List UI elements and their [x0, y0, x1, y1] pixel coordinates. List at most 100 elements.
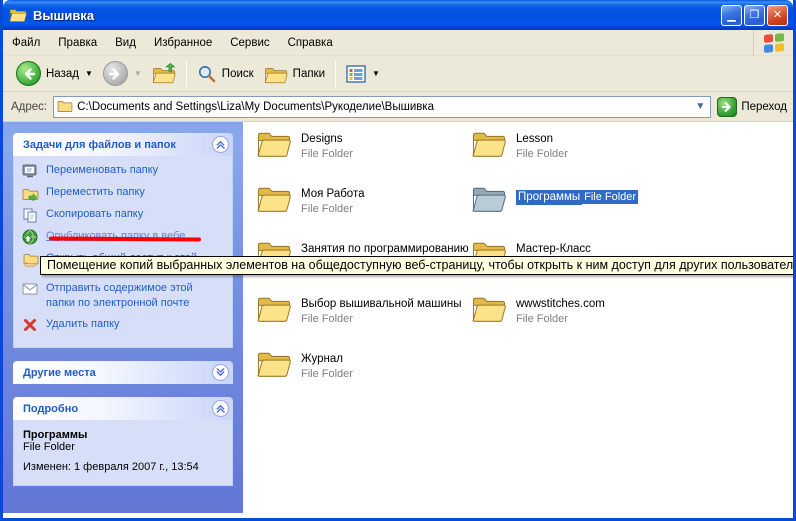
folder-name: wwwstitches.com: [516, 297, 605, 312]
back-button[interactable]: Назад ▼: [11, 59, 98, 88]
toolbar-separator: [335, 61, 336, 87]
folder-name: Программы: [516, 190, 582, 205]
explorer-window: Вышивка ▁ ❒ ✕ Файл Правка Вид Избранное …: [0, 0, 796, 521]
folder-type: File Folder: [516, 147, 568, 161]
email-icon: [21, 281, 39, 297]
window-title: Вышивка: [33, 8, 719, 23]
task-label: Переместить папку: [46, 185, 145, 200]
search-icon: [197, 64, 217, 84]
views-button[interactable]: ▼: [341, 63, 385, 85]
folder-name: Журнал: [301, 352, 353, 367]
menu-file[interactable]: Файл: [3, 33, 49, 53]
maximize-button[interactable]: ❒: [744, 5, 765, 26]
folder-name: Designs: [301, 132, 353, 147]
address-value: C:\Documents and Settings\Liza\My Docume…: [77, 101, 688, 113]
task-email-folder[interactable]: Отправить содержимое этой папки по элект…: [21, 281, 227, 311]
details-title: Подробно: [23, 403, 78, 415]
folder-tile-programmy[interactable]: ПрограммыFile Folder: [471, 182, 701, 237]
windows-logo: [753, 30, 793, 56]
folder-tile-moya-rabota[interactable]: Моя РаботаFile Folder: [256, 182, 471, 237]
collapse-button[interactable]: [212, 136, 229, 153]
toolbar: Назад ▼ ▼ Поиск: [3, 56, 793, 92]
other-places-panel: Другие места: [13, 361, 233, 384]
folders-button[interactable]: Папки: [259, 61, 330, 87]
task-label: Скопировать папку: [46, 207, 143, 222]
move-folder-icon: [21, 185, 39, 201]
minimize-button[interactable]: ▁: [721, 5, 742, 26]
copy-icon: [21, 207, 39, 223]
folder-tile-vybor-mashiny[interactable]: Выбор вышивальной машиныFile Folder: [256, 292, 471, 347]
file-list-area: DesignsFile Folder LessonFile Folder Моя…: [243, 122, 793, 513]
folder-tile-lesson[interactable]: LessonFile Folder: [471, 127, 701, 182]
details-body: Программы File Folder Изменен: 1 февраля…: [13, 420, 233, 486]
go-label: Переход: [741, 101, 787, 113]
menu-tools[interactable]: Сервис: [221, 33, 278, 53]
folder-icon: [471, 295, 507, 324]
search-label: Поиск: [222, 68, 254, 80]
chevron-down-icon: [215, 367, 226, 378]
menu-edit[interactable]: Правка: [49, 33, 106, 53]
folder-icon: [256, 130, 292, 159]
folder-name: Занятия по программированию: [301, 242, 469, 257]
chevron-up-icon: [215, 403, 226, 414]
folder-name: Lesson: [516, 132, 568, 147]
collapse-button[interactable]: [212, 400, 229, 417]
delete-icon: [21, 317, 39, 333]
publish-web-icon: [21, 229, 39, 245]
up-button[interactable]: [147, 61, 181, 87]
back-label: Назад: [46, 68, 79, 80]
task-delete-folder[interactable]: Удалить папку: [21, 317, 227, 333]
share-folder-icon: [21, 251, 39, 267]
file-tasks-header[interactable]: Задачи для файлов и папок: [13, 133, 233, 156]
task-copy-folder[interactable]: Скопировать папку: [21, 207, 227, 223]
forward-dropdown-icon: ▼: [134, 69, 142, 78]
folder-tile-zhurnal[interactable]: ЖурналFile Folder: [256, 347, 471, 402]
go-arrow-icon: [717, 97, 737, 117]
details-header[interactable]: Подробно: [13, 397, 233, 420]
folder-icon-selected: [471, 185, 507, 214]
folder-tile-wwwstitches[interactable]: wwwstitches.comFile Folder: [471, 292, 701, 347]
folder-type: File Folder: [301, 202, 364, 216]
views-dropdown-icon[interactable]: ▼: [372, 69, 380, 78]
close-button[interactable]: ✕: [767, 5, 788, 26]
forward-icon: [103, 61, 128, 86]
address-dropdown-icon[interactable]: ▼: [692, 98, 708, 116]
publish-tooltip: Помещение копий выбранных элементов на о…: [40, 256, 796, 275]
task-move-folder[interactable]: Переместить папку: [21, 185, 227, 201]
menu-favorites[interactable]: Избранное: [145, 33, 221, 53]
task-label: Переименовать папку: [46, 163, 158, 178]
details-panel: Подробно Программы File Folder Изменен: …: [13, 397, 233, 486]
details-item-name: Программы: [23, 429, 224, 441]
folder-icon: [256, 185, 292, 214]
folders-label: Папки: [293, 68, 325, 80]
back-dropdown-icon[interactable]: ▼: [85, 69, 93, 78]
menu-help[interactable]: Справка: [279, 33, 342, 53]
folder-type: File Folder: [582, 190, 638, 204]
toolbar-separator: [186, 61, 187, 87]
folder-type: File Folder: [301, 312, 462, 326]
back-icon: [16, 61, 41, 86]
go-button[interactable]: Переход: [717, 97, 787, 117]
details-modified: Изменен: 1 февраля 2007 г., 13:54: [23, 461, 224, 473]
folder-name: Моя Работа: [301, 187, 364, 202]
address-input[interactable]: C:\Documents and Settings\Liza\My Docume…: [53, 96, 711, 118]
file-tasks-title: Задачи для файлов и папок: [23, 139, 176, 151]
search-button[interactable]: Поиск: [192, 62, 259, 86]
views-icon: [346, 65, 366, 83]
task-pane: Задачи для файлов и папок Переименовать …: [3, 122, 243, 513]
folder-type: File Folder: [301, 147, 353, 161]
task-rename-folder[interactable]: Переименовать папку: [21, 163, 227, 179]
folder-tile-designs[interactable]: DesignsFile Folder: [256, 127, 471, 182]
task-label: Отправить содержимое этой папки по элект…: [46, 281, 198, 311]
address-label: Адрес:: [11, 101, 47, 113]
forward-button[interactable]: ▼: [98, 59, 147, 88]
folder-icon: [256, 295, 292, 324]
file-tasks-body: Переименовать папку Переместить папку Ск…: [13, 156, 233, 348]
folder-type: File Folder: [301, 367, 353, 381]
address-bar: Адрес: C:\Documents and Settings\Liza\My…: [3, 92, 793, 122]
details-item-type: File Folder: [23, 441, 224, 453]
expand-button[interactable]: [212, 364, 229, 381]
other-places-header[interactable]: Другие места: [13, 361, 233, 384]
menu-view[interactable]: Вид: [106, 33, 145, 53]
rename-icon: [21, 163, 39, 179]
